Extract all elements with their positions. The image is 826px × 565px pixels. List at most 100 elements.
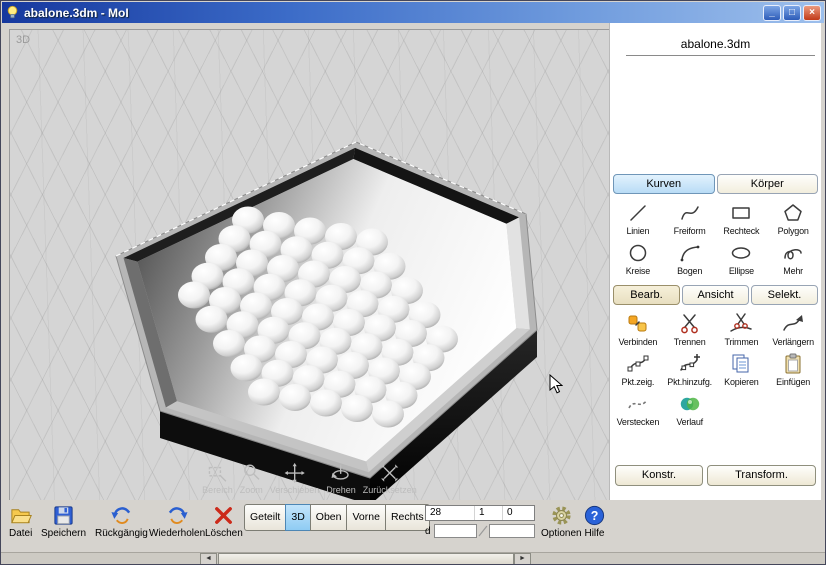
- zoom-button[interactable]: Zoom: [240, 462, 263, 495]
- delete-button[interactable]: Löschen: [205, 504, 243, 539]
- tool-bogen[interactable]: Bogen: [664, 238, 716, 278]
- area-zoom-icon: [208, 466, 227, 482]
- pan-button[interactable]: Verschieben: [270, 462, 319, 495]
- distance-input[interactable]: [433, 524, 478, 538]
- viewport-nav-controls: Bereich Zoom Verschieben Drehen Zurückse…: [202, 462, 417, 495]
- tool-linien[interactable]: Linien: [612, 198, 664, 238]
- tool-trennen[interactable]: Trennen: [664, 309, 716, 349]
- tool-verlaengern[interactable]: Verlängern: [767, 309, 819, 349]
- help-icon: ?: [584, 505, 605, 526]
- tab-kurven[interactable]: Kurven: [613, 174, 715, 194]
- bottom-toolbar: Datei Speichern Rückgängig Wiederholen L…: [1, 500, 825, 552]
- delete-x-icon: [215, 507, 233, 524]
- coord-z-field[interactable]: 0: [502, 506, 532, 520]
- scissors-icon: [680, 314, 698, 334]
- ellipse-icon: [732, 247, 751, 259]
- save-button[interactable]: Speichern: [41, 504, 86, 539]
- titlebar: abalone.3dm - MoI _ □ ×: [2, 2, 824, 23]
- blend-icon: [680, 397, 699, 411]
- tool-polygon[interactable]: Polygon: [767, 198, 819, 238]
- gear-icon: [552, 506, 571, 525]
- angle-input[interactable]: [489, 524, 535, 538]
- tool-mehr[interactable]: Mehr: [767, 238, 819, 278]
- distance-label: d: [425, 525, 431, 537]
- freeform-curve-icon: [680, 206, 699, 220]
- reset-view-icon: [381, 464, 399, 482]
- rectangle-icon: [732, 207, 751, 219]
- view-geteilt-button[interactable]: Geteilt: [244, 504, 287, 531]
- tab-ansicht[interactable]: Ansicht: [682, 285, 749, 305]
- file-button[interactable]: Datei: [9, 504, 32, 539]
- app-window: abalone.3dm - MoI _ □ × 3D Bereich Zoom …: [0, 0, 826, 565]
- viewport-3d[interactable]: 3D Bereich Zoom Verschieben Drehen Zurüc…: [9, 29, 610, 501]
- scrollbar-thumb[interactable]: [218, 553, 514, 564]
- options-button[interactable]: Optionen: [541, 504, 582, 539]
- arc-icon: [680, 245, 700, 262]
- window-title: abalone.3dm - MoI: [24, 5, 129, 20]
- scroll-right-icon[interactable]: ►: [514, 553, 531, 564]
- view-oben-button[interactable]: Oben: [309, 504, 348, 531]
- view-rechts-button[interactable]: Rechts: [384, 504, 430, 531]
- abalone-board-render: [115, 141, 538, 500]
- area-zoom-button[interactable]: Bereich: [202, 462, 233, 495]
- rotate-button[interactable]: Drehen: [326, 462, 356, 495]
- tool-pkt-zeig[interactable]: Pkt.zeig.: [612, 349, 664, 389]
- pan-arrows-icon: [284, 462, 305, 484]
- coord-y-field[interactable]: 1: [474, 506, 502, 520]
- edit-tabs: Bearb. Ansicht Selekt.: [613, 285, 818, 305]
- rotate-icon: [331, 464, 350, 480]
- view-vorne-button[interactable]: Vorne: [346, 504, 386, 531]
- side-panel: abalone.3dm Kurven Körper Linien Freifor…: [609, 23, 821, 500]
- close-button[interactable]: ×: [803, 4, 821, 21]
- circle-icon: [629, 244, 647, 262]
- tool-einfuegen[interactable]: Einfügen: [767, 349, 819, 389]
- tool-pkt-hinzufg[interactable]: Pkt.hinzufg.: [664, 349, 716, 389]
- tool-freiform[interactable]: Freiform: [664, 198, 716, 238]
- tool-verlauf[interactable]: Verlauf: [664, 389, 716, 429]
- transform-button[interactable]: Transform.: [707, 465, 816, 486]
- coord-x-field[interactable]: 28: [426, 506, 474, 520]
- tool-rechteck[interactable]: Rechteck: [716, 198, 768, 238]
- angle-divider-icon: [478, 525, 488, 537]
- extend-curve-icon: [783, 315, 804, 331]
- view-3d-button[interactable]: 3D: [285, 504, 311, 531]
- svg-text:?: ?: [591, 509, 599, 523]
- join-icon: [628, 315, 647, 332]
- scroll-left-icon[interactable]: ◄: [200, 553, 217, 564]
- coordinate-panel: 28 1 0 d: [425, 505, 535, 538]
- folder-icon: [11, 509, 33, 524]
- edit-tools: Verbinden Trennen Trimmen Verlängern Pkt…: [610, 308, 821, 430]
- line-icon: [630, 205, 646, 221]
- tool-kreise[interactable]: Kreise: [612, 238, 664, 278]
- redo-button[interactable]: Wiederholen: [149, 504, 205, 539]
- redo-arrow-icon: [168, 507, 188, 524]
- minimize-button[interactable]: _: [763, 4, 781, 21]
- undo-button[interactable]: Rückgängig: [95, 504, 148, 539]
- tool-kopieren[interactable]: Kopieren: [716, 349, 768, 389]
- maximize-button[interactable]: □: [783, 4, 801, 21]
- panel-bottom-buttons: Konstr. Transform.: [615, 465, 816, 486]
- document-name: abalone.3dm: [680, 37, 751, 51]
- horizontal-scrollbar[interactable]: ◄ ►: [1, 552, 825, 564]
- tab-koerper[interactable]: Körper: [716, 174, 818, 194]
- create-tabs: Kurven Körper: [613, 174, 818, 194]
- show-points-icon: [627, 355, 649, 372]
- tab-selekt[interactable]: Selekt.: [751, 285, 818, 305]
- tab-bearb[interactable]: Bearb.: [613, 285, 680, 305]
- helix-icon: [784, 249, 802, 260]
- trim-scissors-icon: [730, 313, 753, 332]
- tool-verstecken[interactable]: Verstecken: [612, 389, 664, 429]
- tool-verbinden[interactable]: Verbinden: [612, 309, 664, 349]
- copy-icon: [732, 354, 749, 373]
- reset-view-button[interactable]: Zurücksetzen: [363, 462, 417, 495]
- coordinate-readout[interactable]: 28 1 0: [425, 505, 535, 521]
- help-button[interactable]: ? Hilfe: [583, 504, 606, 539]
- floppy-disk-icon: [54, 506, 73, 525]
- polygon-icon: [784, 204, 802, 221]
- konstr-button[interactable]: Konstr.: [615, 465, 703, 486]
- tool-ellipse[interactable]: Ellipse: [716, 238, 768, 278]
- add-point-icon: [679, 354, 700, 371]
- tool-trimmen[interactable]: Trimmen: [716, 309, 768, 349]
- hide-icon: [628, 399, 648, 409]
- paste-clipboard-icon: [785, 353, 801, 374]
